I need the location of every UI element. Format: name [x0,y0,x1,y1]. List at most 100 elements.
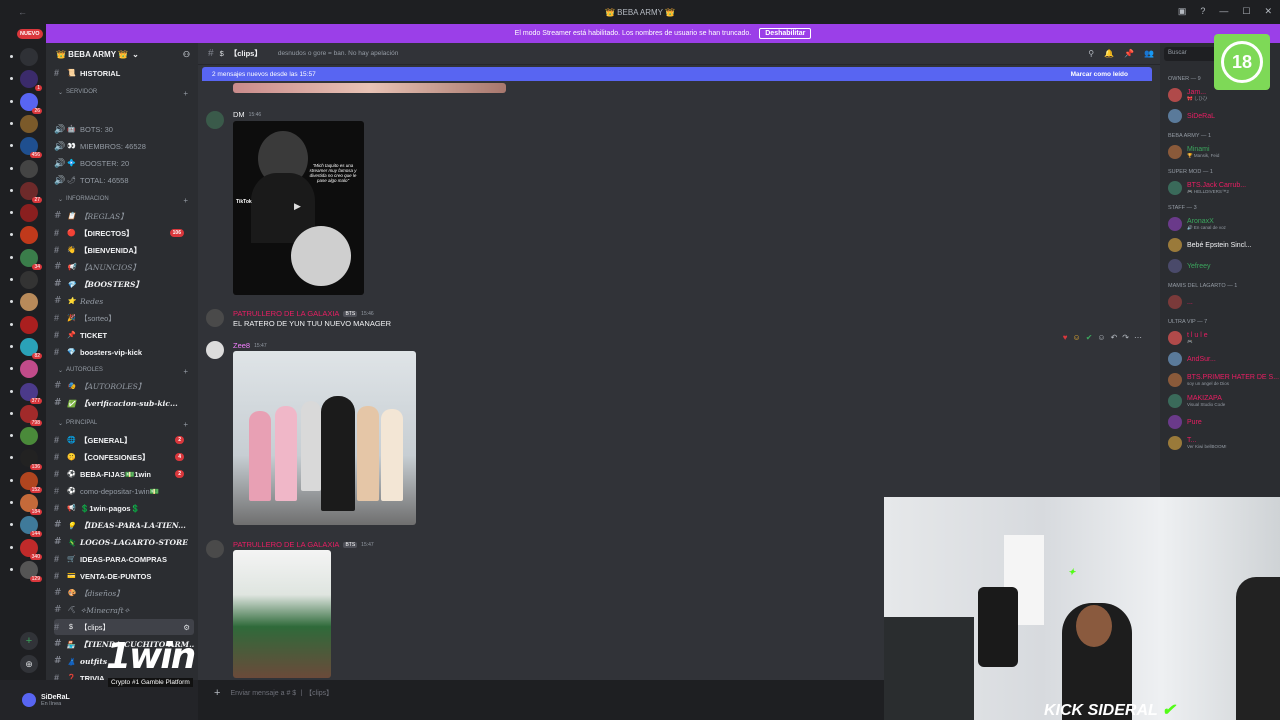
server-icon[interactable]: 136 [20,449,42,471]
channel-item[interactable]: # 💳 VENTA-DE-PUNTOS [54,568,194,584]
avatar[interactable] [1168,415,1182,429]
server-icon[interactable] [20,204,38,223]
server-icon[interactable] [20,427,38,446]
server-icon[interactable]: 26 [20,92,42,114]
author-name[interactable]: PATRULLERO DE LA GALAXIA [233,540,339,549]
channel-item[interactable]: # ⚽ como-depositar-1win💵 [54,483,194,499]
play-icon[interactable]: ▶ [294,201,301,212]
inbox-icon[interactable]: ▣ [1178,6,1187,17]
avatar[interactable] [1168,109,1182,123]
avatar[interactable] [1168,436,1182,450]
server-icon[interactable]: 82 [20,337,42,359]
server-icon[interactable]: 340 [20,538,42,560]
channel-item[interactable]: # ⛏ ✧Minecraft✧ [54,602,194,618]
channel-item[interactable]: # $ 【clips】 ⚙ [54,619,194,635]
channel-item[interactable]: # ⚽ BEBA-FIJAS💵1win 2 [54,466,194,482]
forward-icon[interactable]: ↷ [1122,333,1129,342]
member-item[interactable]: AronaxX 🔊 En canal de voz [1168,215,1280,233]
member-item[interactable]: SiDeRaL [1168,107,1280,125]
tiktok-video-thumbnail[interactable]: "Mich taquito es una streamer muy famosa… [233,121,364,295]
mark-read-button[interactable]: Marcar como leído [1071,71,1128,78]
server-icon[interactable]: 27 [20,181,42,203]
avatar[interactable] [1168,238,1182,252]
message-image-partial[interactable] [233,83,506,93]
channel-item[interactable]: # 🎉 【sorteo】 [54,310,194,326]
reply-icon[interactable]: ↶ [1111,333,1118,342]
avatar[interactable] [206,540,224,558]
add-member-icon[interactable]: ⚇ [183,50,190,59]
avatar[interactable] [1168,352,1182,366]
explore-servers-icon[interactable]: ⊕ [20,655,38,673]
server-icon[interactable] [20,114,38,133]
members-icon[interactable]: 👥 [1144,49,1154,58]
notification-bell-icon[interactable]: 🔔 [1104,49,1114,58]
message-image-group-photo[interactable] [233,351,416,525]
channel-item[interactable]: # 📢 【ANUNCIOS】 [54,259,194,275]
channel-item[interactable]: # 📌 TICKET [54,327,194,343]
channel-item[interactable]: # 📜 HISTORIAL [54,65,194,81]
channel-item[interactable]: # 📢 💲1win-pagos💲 [54,500,194,516]
category-servidor[interactable]: ⌄ SERVIDOR + [58,89,188,98]
channel-item[interactable]: # 💡 【IDEAS-PARA-LA-TIEN... [54,517,194,533]
server-icon[interactable] [20,315,38,334]
member-item[interactable]: Bebé Epstein Sincl... [1168,236,1280,254]
more-options-icon[interactable]: ⋯ [1134,333,1142,342]
channel-item[interactable]: 🔊 🌶 TOTAL: 46558 [54,172,194,188]
channel-item[interactable]: 🔊 🤖 BOTS: 30 [54,121,194,137]
avatar[interactable] [206,111,224,129]
member-item[interactable]: Yefreey [1168,257,1280,275]
channel-item[interactable]: # 💎 boosters-vip-kick [54,344,194,360]
server-icon[interactable] [20,360,38,379]
author-name[interactable]: DM [233,110,245,119]
message-image-video[interactable] [233,550,331,678]
server-icon[interactable]: 129 [20,560,42,582]
avatar[interactable] [206,309,224,327]
message-input[interactable]: Enviar mensaje a # $ 丨【clips】 [230,688,333,698]
member-item[interactable]: ... [1168,293,1280,311]
add-channel-icon[interactable]: + [183,367,188,376]
server-icon[interactable]: 377 [20,382,42,404]
member-item[interactable]: t l u l e 🎮 [1168,329,1280,347]
channel-item[interactable]: # 📋 【REGLAS】 [54,208,194,224]
new-messages-bar[interactable]: 2 mensajes nuevos desde las 15:57 Marcar… [202,67,1152,81]
member-item[interactable]: Pure [1168,413,1280,431]
server-header[interactable]: 👑 BEBA ARMY 👑 ⌄ ⚇ [46,43,198,65]
channel-topic[interactable]: desnudos o gore = ban. No hay apelación [278,50,399,57]
channel-item[interactable]: # ⭐ Redes [54,293,194,309]
server-icon[interactable]: 456 [20,137,42,159]
server-icon[interactable]: 152 [20,471,42,493]
add-reaction-icon[interactable]: ☺ [1097,333,1105,342]
channel-item[interactable]: # 🌐 【GENERAL】 2 [54,432,194,448]
category-autoroles[interactable]: ⌄ AUTOROLES + [58,367,188,376]
emoji-reaction-icon[interactable]: ☺ [1073,333,1081,342]
channel-item[interactable]: # 🦎 LOGOS-LAGARTO-STORE [54,534,194,550]
minimize-icon[interactable]: — [1219,6,1228,17]
member-item[interactable]: BTS.PRIMER HATER DE S... soy un angel de … [1168,371,1280,389]
maximize-icon[interactable]: ☐ [1242,6,1250,17]
check-reaction-icon[interactable]: ✔ [1086,333,1093,342]
channel-item[interactable]: # 🔴 【DIRECTOS】 106 [54,225,194,241]
author-name[interactable]: PATRULLERO DE LA GALAXIA [233,309,339,318]
member-item[interactable]: Minami 🏆 Mansik, Feid [1168,143,1280,161]
avatar[interactable] [1168,295,1182,309]
help-icon[interactable]: ? [1200,6,1205,17]
member-item[interactable]: MAKIZAPA Visual Studio Code [1168,392,1280,410]
avatar[interactable] [1168,331,1182,345]
avatar[interactable] [1168,259,1182,273]
channel-item[interactable]: # 🛒 IDEAS-PARA-COMPRAS [54,551,194,567]
add-channel-icon[interactable]: + [183,420,188,429]
server-icon[interactable]: 1 [20,70,42,92]
avatar[interactable] [1168,181,1182,195]
category-principal[interactable]: ⌄ PRINCIPAL + [58,420,188,429]
server-icon[interactable] [20,293,38,312]
close-icon[interactable]: ✕ [1264,6,1272,17]
server-icon[interactable] [20,226,38,245]
channel-item[interactable]: # 🎨 【diseños】 [54,585,194,601]
server-icon[interactable] [20,271,38,289]
threads-icon[interactable]: ⚲ [1088,49,1094,58]
pin-icon[interactable]: 📌 [1124,49,1134,58]
member-item[interactable]: BTS.Jack Carrub... 🎮 HELLDIVERS™2 [1168,179,1280,197]
channel-item[interactable]: # 💎 【BOOSTERS】 [54,276,194,292]
channel-settings-icon[interactable]: ⚙ [183,623,190,632]
avatar[interactable] [1168,88,1182,102]
